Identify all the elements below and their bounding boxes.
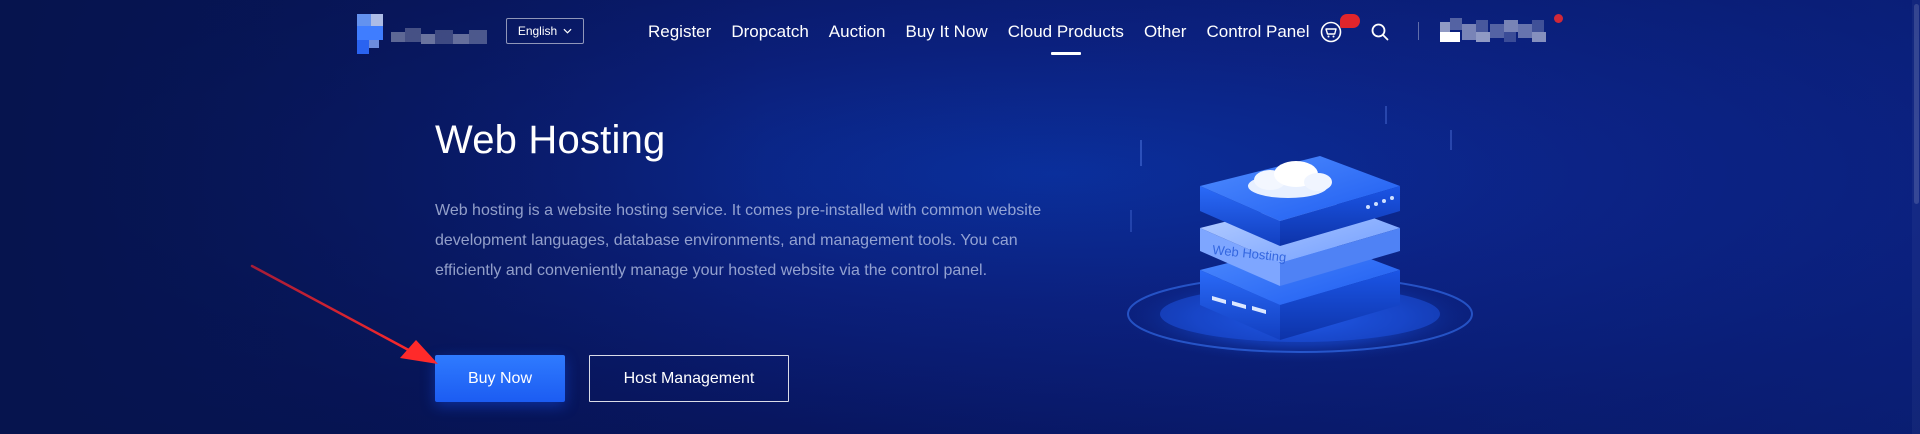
scrollbar-thumb[interactable] [1914,4,1919,204]
main-nav: Register Dropcatch Auction Buy It Now Cl… [648,0,1329,64]
nav-item-other[interactable]: Other [1144,0,1187,64]
hero-description: Web hosting is a website hosting service… [435,202,1042,279]
page-title: Web Hosting [435,118,666,162]
page-scrollbar[interactable] [1912,0,1920,434]
nav-item-register[interactable]: Register [648,0,711,64]
search-icon[interactable] [1370,22,1390,42]
language-selector[interactable]: English [506,18,584,44]
header-divider [1418,22,1419,40]
annotation-arrow-icon [250,264,438,364]
language-label: English [517,24,558,38]
brand-logo[interactable] [357,14,489,54]
user-avatar[interactable] [1440,16,1560,44]
notification-dot [1554,14,1563,23]
host-management-button[interactable]: Host Management [589,355,789,402]
nav-item-dropcatch[interactable]: Dropcatch [731,0,808,64]
nav-item-cloud-products[interactable]: Cloud Products [1008,0,1124,64]
nav-item-control-panel[interactable]: Control Panel [1206,0,1309,64]
buy-now-button[interactable]: Buy Now [435,355,565,402]
cart-badge [1340,14,1360,28]
top-header: English Register Dropcatch Auction Buy I… [0,0,1920,64]
nav-item-buy-it-now[interactable]: Buy It Now [906,0,988,64]
chevron-down-icon [563,28,572,34]
web-hosting-illustration: Web Hosting [1125,106,1475,363]
cart-icon[interactable] [1320,21,1342,43]
nav-item-auction[interactable]: Auction [829,0,886,64]
